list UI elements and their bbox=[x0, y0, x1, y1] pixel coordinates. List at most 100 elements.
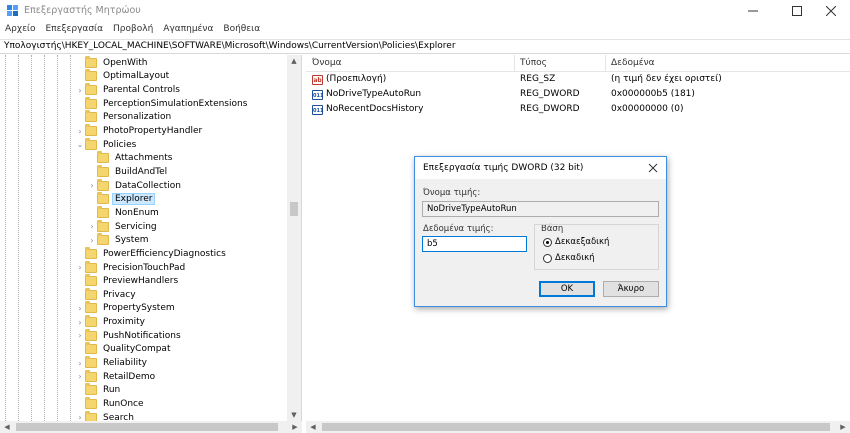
list-row[interactable]: 011 NoRecentDocsHistory REG_DWORD 0x0000… bbox=[306, 103, 850, 117]
tree-item[interactable]: ⌄ Policies bbox=[75, 137, 138, 152]
scroll-right-icon[interactable]: ▶ bbox=[836, 421, 850, 433]
collapse-chevron-icon[interactable]: ⌄ bbox=[75, 140, 85, 150]
tree-item-label: OpenWith bbox=[103, 57, 148, 68]
tree-item-label: RetailDemo bbox=[103, 371, 156, 382]
list-row[interactable]: ab (Προεπιλογή) REG_SZ (η τιμή δεν έχει … bbox=[306, 73, 850, 87]
tree-item-label: QualityCompat bbox=[103, 344, 171, 355]
tree-vertical-scrollbar[interactable]: ▲ ▼ bbox=[287, 55, 301, 421]
tree-item[interactable]: › Reliability bbox=[75, 356, 149, 370]
tree-item[interactable]: OpenWith bbox=[75, 55, 149, 70]
tree-item[interactable]: QualityCompat bbox=[75, 342, 172, 357]
tree-item[interactable]: › RetailDemo bbox=[75, 369, 157, 384]
minimize-icon bbox=[748, 10, 758, 12]
close-window-button[interactable] bbox=[814, 0, 848, 22]
string-value-icon: ab bbox=[312, 75, 323, 85]
tree-item[interactable]: Explorer bbox=[87, 192, 156, 207]
tree-item[interactable]: RunOnce bbox=[75, 397, 146, 411]
minimize-button[interactable] bbox=[736, 0, 770, 22]
folder-icon bbox=[97, 164, 109, 177]
tree-item[interactable]: Run bbox=[75, 383, 122, 398]
window-title: Επεξεργαστής Μητρώου bbox=[24, 5, 141, 16]
folder-icon bbox=[85, 137, 97, 150]
maximize-button[interactable] bbox=[780, 0, 814, 22]
scroll-up-icon[interactable]: ▲ bbox=[287, 55, 301, 67]
expand-chevron-icon[interactable]: › bbox=[75, 331, 85, 341]
expand-chevron-icon[interactable]: › bbox=[75, 263, 85, 273]
value-name: (Προεπιλογή) bbox=[326, 74, 387, 84]
radio-decimal[interactable]: Δεκαδική bbox=[543, 253, 595, 263]
tree-item[interactable]: PerceptionSimulationExtensions bbox=[75, 96, 249, 111]
tree-horizontal-scrollbar[interactable]: ◀ ▶ bbox=[0, 421, 302, 433]
tree-item[interactable]: PowerEfficiencyDiagnostics bbox=[75, 246, 228, 261]
dialog-close-icon[interactable] bbox=[646, 161, 660, 175]
menu-edit[interactable]: Επεξεργασία bbox=[41, 22, 109, 39]
tree-item[interactable]: › PhotoPropertyHandler bbox=[75, 124, 204, 138]
ok-button[interactable]: OK bbox=[539, 281, 595, 297]
radio-hexadecimal[interactable]: Δεκαεξαδική bbox=[543, 237, 609, 247]
expand-chevron-icon[interactable]: › bbox=[75, 413, 85, 421]
menu-favorites[interactable]: Αγαπημένα bbox=[158, 22, 218, 39]
expand-chevron-icon[interactable]: › bbox=[75, 126, 85, 136]
expand-chevron-icon[interactable]: › bbox=[87, 181, 97, 191]
expand-chevron-icon[interactable]: › bbox=[75, 358, 85, 368]
folder-icon bbox=[97, 192, 109, 205]
tree-item-label: Reliability bbox=[103, 358, 147, 369]
cancel-button[interactable]: Άκυρο bbox=[603, 281, 659, 297]
expand-chevron-icon[interactable]: › bbox=[87, 222, 97, 232]
folder-icon bbox=[85, 246, 97, 259]
tree-item[interactable]: › Parental Controls bbox=[75, 83, 182, 97]
column-type-header[interactable]: Τύπος bbox=[520, 58, 547, 68]
tree-item[interactable]: › Proximity bbox=[75, 315, 147, 329]
menu-help[interactable]: Βοήθεια bbox=[218, 22, 265, 39]
folder-icon bbox=[97, 233, 109, 246]
tree-item-label: DataCollection bbox=[115, 180, 182, 191]
expand-chevron-icon[interactable]: › bbox=[75, 85, 85, 95]
menu-view[interactable]: Προβολή bbox=[108, 22, 158, 39]
scroll-left-icon[interactable]: ◀ bbox=[306, 421, 320, 433]
list-horizontal-scrollbar[interactable]: ◀ ▶ bbox=[306, 421, 850, 433]
value-data-input[interactable]: b5 bbox=[422, 236, 527, 252]
tree-item-label: PropertySystem bbox=[103, 303, 175, 314]
tree-item[interactable]: › DataCollection bbox=[87, 178, 183, 193]
tree-item[interactable]: BuildAndTel bbox=[87, 164, 169, 179]
tree-item[interactable]: › Servicing bbox=[87, 219, 159, 234]
value-data: (η τιμή δεν έχει οριστεί) bbox=[611, 74, 722, 84]
list-hscroll-thumb[interactable] bbox=[322, 423, 830, 431]
expand-chevron-icon[interactable]: › bbox=[75, 303, 85, 313]
tree-item[interactable]: › PrecisionTouchPad bbox=[75, 260, 187, 275]
expand-chevron-icon[interactable]: › bbox=[75, 317, 85, 327]
registry-tree[interactable]: OpenWith OptimalLayout › Parental Controls P… bbox=[0, 55, 302, 421]
scroll-left-icon[interactable]: ◀ bbox=[0, 421, 14, 433]
maximize-icon bbox=[792, 6, 802, 16]
tree-item[interactable]: NonEnum bbox=[87, 205, 161, 220]
folder-icon bbox=[85, 315, 97, 328]
tree-item-label: RunOnce bbox=[103, 399, 144, 410]
column-data-header[interactable]: Δεδομένα bbox=[611, 58, 655, 68]
folder-icon bbox=[97, 219, 109, 232]
column-name-header[interactable]: Όνομα bbox=[312, 58, 342, 68]
tree-item[interactable]: Personalization bbox=[75, 110, 173, 125]
tree-item[interactable]: › PropertySystem bbox=[75, 301, 177, 316]
scroll-right-icon[interactable]: ▶ bbox=[288, 421, 302, 433]
tree-item[interactable]: PreviewHandlers bbox=[75, 274, 180, 288]
tree-hscroll-thumb[interactable] bbox=[16, 423, 278, 431]
scroll-down-icon[interactable]: ▼ bbox=[287, 409, 301, 421]
tree-item[interactable]: Privacy bbox=[75, 287, 138, 302]
expand-chevron-icon[interactable]: › bbox=[75, 372, 85, 382]
tree-item[interactable]: › PushNotifications bbox=[75, 328, 183, 343]
address-bar[interactable]: Υπολογιστής\HKEY_LOCAL_MACHINE\SOFTWARE\… bbox=[0, 39, 850, 54]
list-row[interactable]: 011 NoDriveTypeAutoRun REG_DWORD 0x00000… bbox=[306, 88, 850, 102]
expand-chevron-icon[interactable]: › bbox=[87, 235, 97, 245]
tree-item[interactable]: › System bbox=[87, 233, 151, 247]
tree-item-label: Policies bbox=[103, 139, 137, 150]
menu-file[interactable]: Αρχείο bbox=[0, 22, 41, 39]
tree-item-label: OptimalLayout bbox=[103, 71, 170, 82]
tree-item[interactable]: OptimalLayout bbox=[75, 69, 171, 84]
tree-item[interactable]: › Search bbox=[75, 410, 136, 421]
tree-item[interactable]: Attachments bbox=[87, 151, 174, 166]
tree-scroll-thumb[interactable] bbox=[290, 202, 298, 216]
close-icon bbox=[826, 6, 836, 16]
